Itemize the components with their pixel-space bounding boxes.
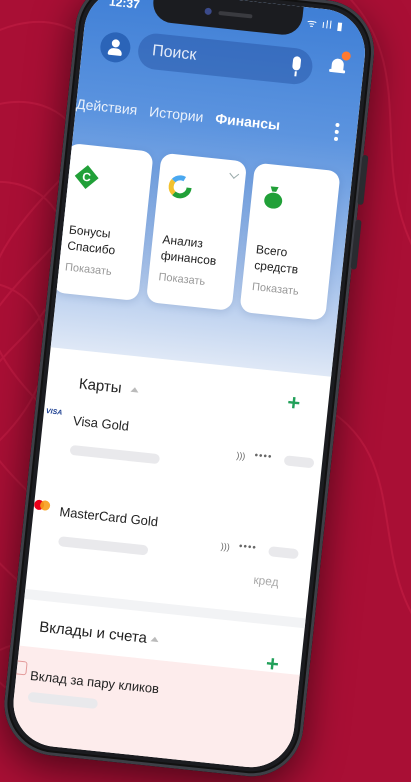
card-show-link[interactable]: Показать (251, 281, 299, 298)
collapse-caret-icon[interactable] (150, 636, 159, 643)
card-title: Бонусы Спасибо (66, 222, 116, 258)
user-icon (111, 38, 121, 48)
cards-section-title[interactable]: Карты (78, 375, 122, 396)
money-bag-icon (264, 186, 283, 209)
pie-chart-icon (168, 175, 192, 199)
card-number-masked: •••• (238, 541, 258, 554)
chevron-down-icon[interactable] (229, 169, 240, 179)
card-number-blurred (268, 546, 299, 560)
deposits-section-title[interactable]: Вклады и счета (38, 619, 147, 647)
speaker-icon (218, 10, 253, 19)
card-analysis[interactable]: Анализ финансов Показать (145, 152, 248, 311)
svg-text:С: С (82, 170, 92, 185)
card-show-link[interactable]: Показать (158, 271, 206, 288)
card-name[interactable]: MasterCard Gold (59, 504, 159, 529)
mastercard-logo (33, 499, 51, 511)
bell-icon-rim (328, 68, 346, 74)
user-icon-body (107, 47, 123, 57)
card-balance-blurred (69, 444, 161, 465)
microphone-icon[interactable] (291, 55, 302, 71)
camera-icon (204, 7, 212, 16)
card-name[interactable]: Visa Gold (72, 413, 129, 434)
card-show-link[interactable]: Показать (64, 261, 112, 278)
card-title: Анализ финансов (160, 232, 218, 269)
card-balance-blurred (57, 536, 149, 556)
card-number-blurred (283, 455, 315, 469)
search-placeholder: Поиск (151, 42, 198, 64)
sber-spasibo-icon: С (74, 165, 99, 189)
card-type-label: кред (252, 572, 280, 590)
collapse-caret-icon[interactable] (130, 386, 139, 393)
contactless-icon: ))) (220, 541, 231, 553)
card-total-funds[interactable]: Всего средств Показать (239, 162, 341, 321)
add-card-button[interactable]: + (286, 389, 301, 416)
contactless-icon: ))) (235, 450, 246, 462)
card-title: Всего средств (253, 242, 299, 277)
visa-logo: VISA (45, 408, 63, 417)
card-number-masked: •••• (253, 450, 273, 463)
